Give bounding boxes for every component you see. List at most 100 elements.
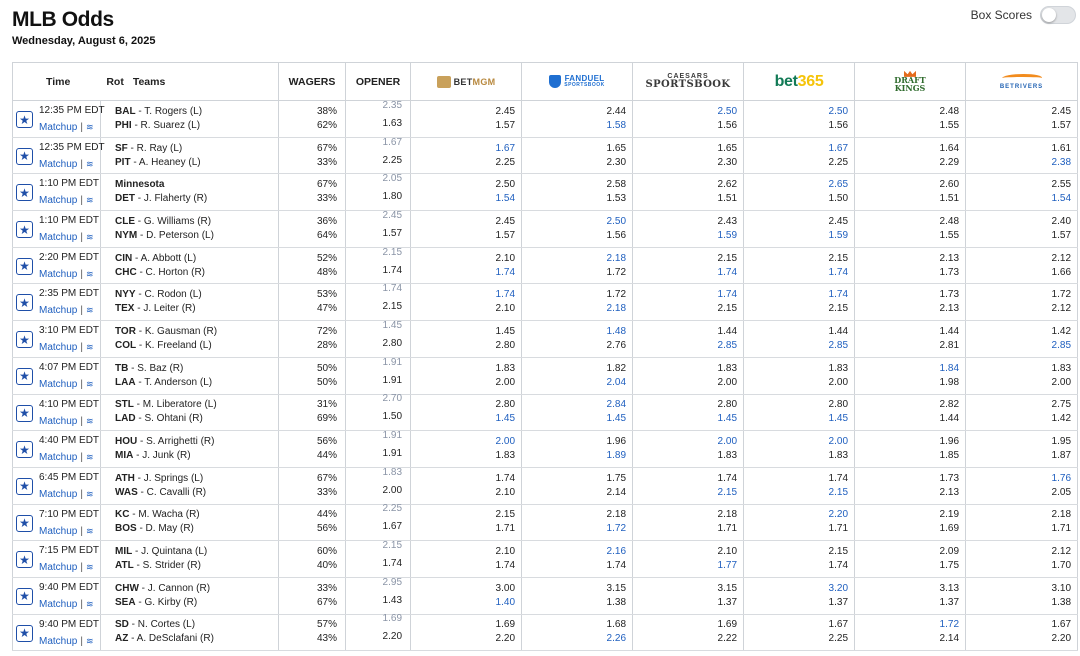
time-header[interactable]: Time	[46, 76, 70, 88]
home-odds[interactable]: 1.74	[744, 559, 848, 573]
home-odds[interactable]: 2.00	[633, 376, 737, 390]
away-odds[interactable]: 1.96	[522, 435, 626, 449]
away-team[interactable]: CHW - J. Cannon (R)	[115, 582, 278, 596]
away-odds[interactable]: 1.69	[411, 618, 515, 632]
away-odds[interactable]: 2.15	[744, 545, 848, 559]
matchup-link[interactable]: Matchup	[39, 195, 77, 206]
away-odds[interactable]: 1.74	[411, 472, 515, 486]
home-odds[interactable]: 2.38	[966, 156, 1071, 170]
home-odds[interactable]: 1.74	[411, 266, 515, 280]
home-team[interactable]: PHI - R. Suarez (L)	[115, 119, 278, 133]
home-odds[interactable]: 2.30	[633, 156, 737, 170]
home-odds[interactable]: 1.66	[966, 266, 1071, 280]
home-odds[interactable]: 1.56	[744, 119, 848, 133]
home-odds[interactable]: 2.15	[744, 486, 848, 500]
away-odds[interactable]: 3.13	[855, 582, 959, 596]
home-odds[interactable]: 1.45	[411, 412, 515, 426]
line-movement-icon[interactable]: ≋	[86, 122, 93, 133]
book-header-fanduel[interactable]: FANDUEL SPORTSBOOK	[521, 62, 634, 101]
home-team[interactable]: SEA - G. Kirby (R)	[115, 596, 278, 610]
home-odds[interactable]: 1.45	[522, 412, 626, 426]
away-odds[interactable]: 1.44	[744, 325, 848, 339]
away-odds[interactable]: 2.12	[966, 252, 1071, 266]
away-odds[interactable]: 1.64	[855, 142, 959, 156]
home-odds[interactable]: 2.81	[855, 339, 959, 353]
away-odds[interactable]: 2.09	[855, 545, 959, 559]
home-odds[interactable]: 1.83	[411, 449, 515, 463]
away-team[interactable]: MIL - J. Quintana (L)	[115, 545, 278, 559]
home-odds[interactable]: 1.56	[522, 229, 626, 243]
home-team[interactable]: NYM - D. Peterson (L)	[115, 229, 278, 243]
away-odds[interactable]: 1.67	[744, 618, 848, 632]
home-odds[interactable]: 2.30	[522, 156, 626, 170]
home-team[interactable]: PIT - A. Heaney (L)	[115, 156, 278, 170]
home-odds[interactable]: 2.15	[633, 486, 737, 500]
favorite-star-icon[interactable]: ★	[16, 184, 33, 202]
away-odds[interactable]: 2.82	[855, 398, 959, 412]
home-odds[interactable]: 1.74	[633, 266, 737, 280]
away-odds[interactable]: 2.10	[411, 252, 515, 266]
away-odds[interactable]: 2.12	[966, 545, 1071, 559]
home-odds[interactable]: 2.15	[633, 302, 737, 316]
away-odds[interactable]: 2.13	[855, 252, 959, 266]
home-odds[interactable]: 1.38	[522, 596, 626, 610]
home-odds[interactable]: 2.00	[744, 376, 848, 390]
home-odds[interactable]: 1.50	[744, 192, 848, 206]
away-odds[interactable]: 3.15	[522, 582, 626, 596]
away-odds[interactable]: 1.95	[966, 435, 1071, 449]
home-odds[interactable]: 1.83	[744, 449, 848, 463]
home-odds[interactable]: 1.51	[855, 192, 959, 206]
away-team[interactable]: BAL - T. Rogers (L)	[115, 105, 278, 119]
home-odds[interactable]: 2.85	[966, 339, 1071, 353]
home-odds[interactable]: 2.26	[522, 632, 626, 646]
away-odds[interactable]: 2.18	[633, 508, 737, 522]
away-odds[interactable]: 2.10	[411, 545, 515, 559]
away-odds[interactable]: 2.18	[522, 252, 626, 266]
matchup-link[interactable]: Matchup	[39, 159, 77, 170]
home-odds[interactable]: 1.57	[411, 229, 515, 243]
line-movement-icon[interactable]: ≋	[86, 342, 93, 353]
teams-header[interactable]: Teams	[133, 76, 166, 88]
home-odds[interactable]: 1.89	[522, 449, 626, 463]
matchup-link[interactable]: Matchup	[39, 636, 77, 647]
away-odds[interactable]: 1.73	[855, 472, 959, 486]
away-odds[interactable]: 2.00	[411, 435, 515, 449]
line-movement-icon[interactable]: ≋	[86, 489, 93, 500]
home-odds[interactable]: 1.98	[855, 376, 959, 390]
home-odds[interactable]: 1.58	[522, 119, 626, 133]
away-team[interactable]: TOR - K. Gausman (R)	[115, 325, 278, 339]
rot-header[interactable]: Rot	[106, 76, 124, 88]
away-odds[interactable]: 1.74	[633, 288, 737, 302]
home-odds[interactable]: 1.53	[522, 192, 626, 206]
home-odds[interactable]: 1.57	[966, 229, 1071, 243]
away-odds[interactable]: 2.15	[633, 252, 737, 266]
away-odds[interactable]: 1.72	[522, 288, 626, 302]
home-odds[interactable]: 1.69	[855, 522, 959, 536]
home-odds[interactable]: 1.44	[855, 412, 959, 426]
home-odds[interactable]: 1.56	[633, 119, 737, 133]
away-odds[interactable]: 2.45	[744, 215, 848, 229]
away-odds[interactable]: 1.96	[855, 435, 959, 449]
away-odds[interactable]: 1.74	[411, 288, 515, 302]
matchup-link[interactable]: Matchup	[39, 232, 77, 243]
home-odds[interactable]: 1.55	[855, 229, 959, 243]
home-odds[interactable]: 1.71	[966, 522, 1071, 536]
favorite-star-icon[interactable]: ★	[16, 294, 33, 312]
matchup-link[interactable]: Matchup	[39, 342, 77, 353]
home-odds[interactable]: 2.13	[855, 302, 959, 316]
away-odds[interactable]: 2.45	[411, 105, 515, 119]
home-odds[interactable]: 1.37	[633, 596, 737, 610]
away-odds[interactable]: 2.20	[744, 508, 848, 522]
away-odds[interactable]: 2.15	[411, 508, 515, 522]
away-odds[interactable]: 2.15	[744, 252, 848, 266]
matchup-link[interactable]: Matchup	[39, 416, 77, 427]
away-odds[interactable]: 2.45	[966, 105, 1071, 119]
line-movement-icon[interactable]: ≋	[86, 636, 93, 647]
line-movement-icon[interactable]: ≋	[86, 195, 93, 206]
away-odds[interactable]: 2.00	[633, 435, 737, 449]
home-odds[interactable]: 2.00	[966, 376, 1071, 390]
matchup-link[interactable]: Matchup	[39, 526, 77, 537]
away-odds[interactable]: 2.40	[966, 215, 1071, 229]
home-odds[interactable]: 1.40	[411, 596, 515, 610]
home-team[interactable]: LAA - T. Anderson (L)	[115, 376, 278, 390]
